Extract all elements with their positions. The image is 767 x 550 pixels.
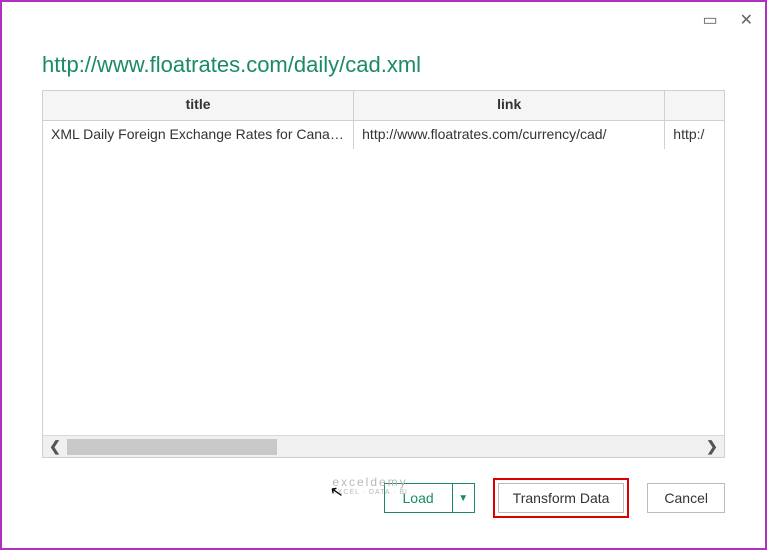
transform-data-button[interactable]: Transform Data [498,483,625,513]
close-icon[interactable]: ✕ [740,10,753,30]
preview-table: title link XML Daily Foreign Exchange Ra… [42,90,725,458]
chevron-down-icon: ▼ [458,493,468,504]
cell-link: http://www.floatrates.com/currency/cad/ [354,121,665,149]
table-header-row: title link [43,91,724,121]
navigator-dialog: http://www.floatrates.com/daily/cad.xml … [2,2,765,548]
scroll-track[interactable] [67,439,700,455]
cell-title: XML Daily Foreign Exchange Rates for Can… [43,121,354,149]
cancel-button[interactable]: Cancel [647,483,725,513]
table-body: XML Daily Foreign Exchange Rates for Can… [43,121,724,435]
load-button[interactable]: Load [384,483,453,513]
load-dropdown-button[interactable]: ▼ [453,483,475,513]
column-header-title[interactable]: title [43,91,354,120]
column-header-link[interactable]: link [354,91,665,120]
titlebar: ▭ ✕ [702,10,753,30]
horizontal-scrollbar[interactable]: ❮ ❯ [43,435,724,457]
table-row[interactable]: XML Daily Foreign Exchange Rates for Can… [43,121,724,149]
transform-highlight: Transform Data [493,478,630,518]
scroll-thumb[interactable] [67,439,277,455]
scroll-right-icon[interactable]: ❯ [700,438,724,455]
load-button-group: Load ▼ [384,483,475,513]
column-header-extra[interactable] [665,91,724,120]
scroll-left-icon[interactable]: ❮ [43,438,67,455]
maximize-icon[interactable]: ▭ [702,10,717,30]
source-url-title: http://www.floatrates.com/daily/cad.xml [42,52,725,78]
dialog-footer: Load ▼ Transform Data Cancel [42,478,725,518]
cell-extra: http:/ [665,121,724,149]
